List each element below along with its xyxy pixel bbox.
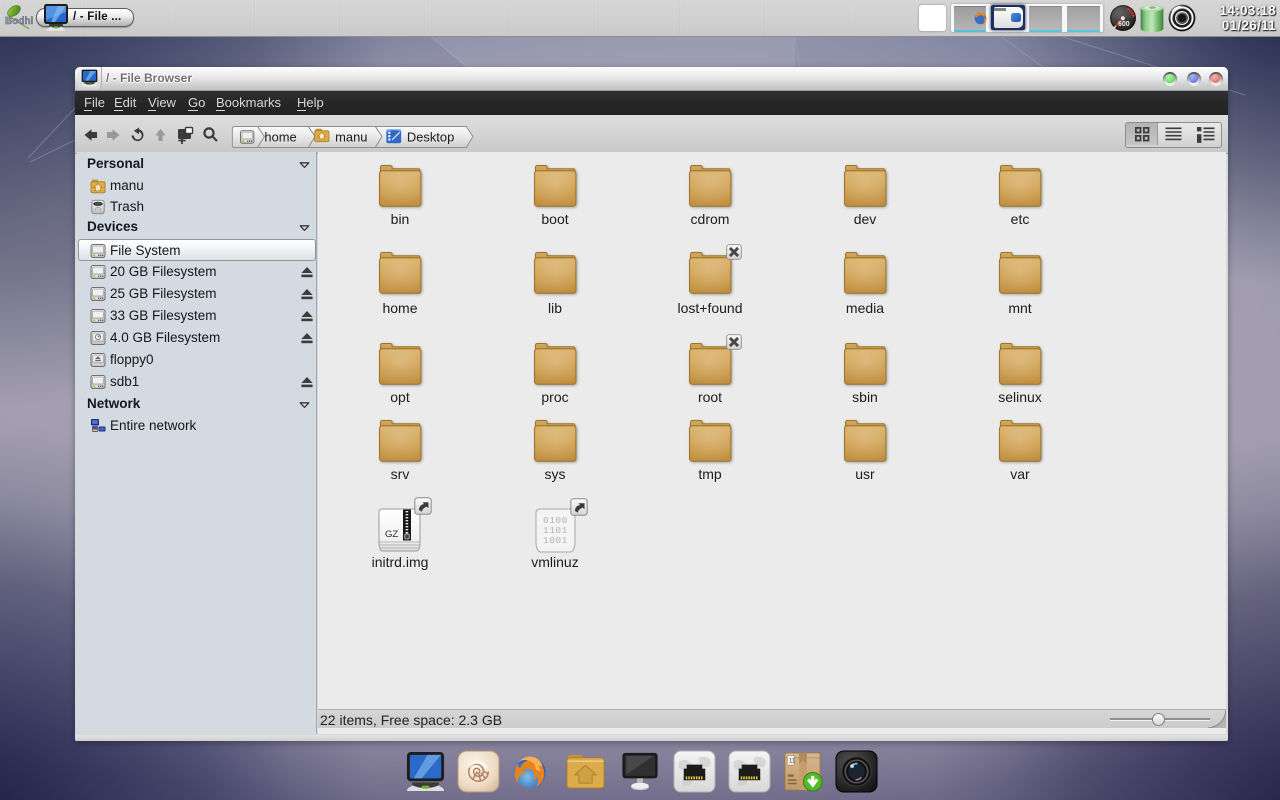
svg-text:Desktop: Desktop xyxy=(407,129,454,144)
svg-text:home: home xyxy=(264,129,296,144)
svg-text:Bodhi: Bodhi xyxy=(5,16,33,27)
svg-text:600: 600 xyxy=(1118,21,1130,28)
svg-text:GZ: GZ xyxy=(385,529,398,540)
svg-text:1001: 1001 xyxy=(543,535,568,546)
svg-text:manu: manu xyxy=(335,129,367,144)
svg-text:11: 11 xyxy=(789,758,796,765)
